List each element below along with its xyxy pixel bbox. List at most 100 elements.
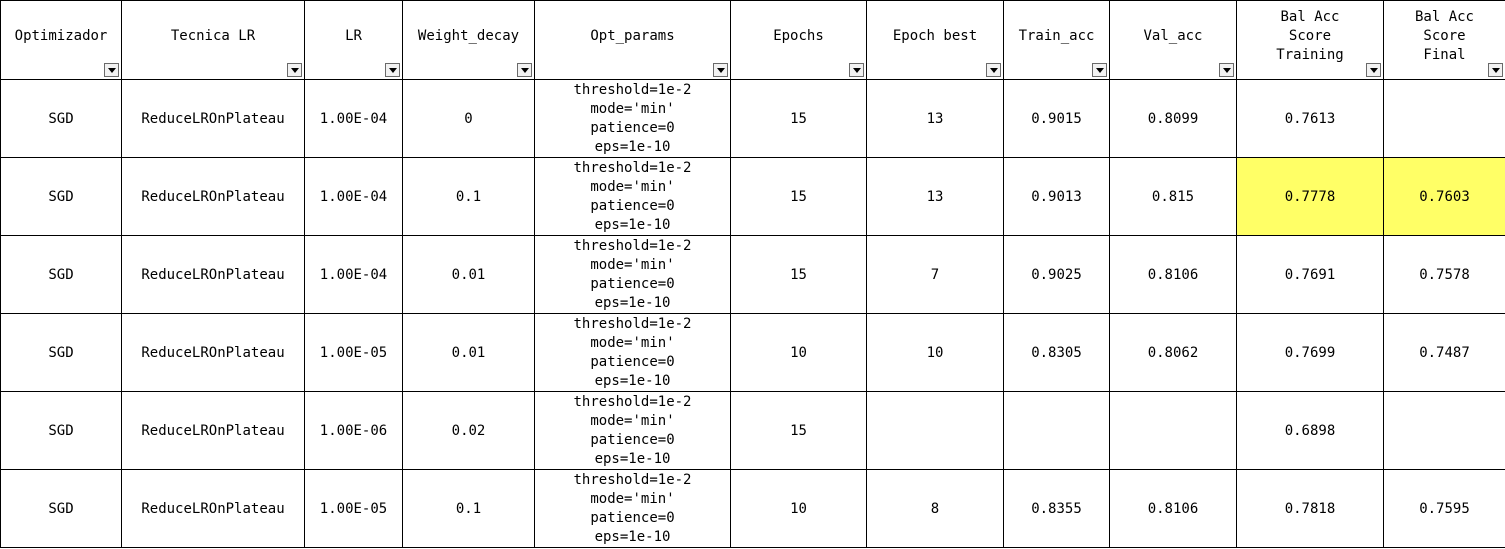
cell-val-acc[interactable]: 0.8106 [1109,235,1237,314]
col-header-val-acc: Val_acc [1109,0,1237,80]
cell-weight-decay[interactable]: 0.01 [402,235,535,314]
cell-epoch-best[interactable]: 7 [866,235,1004,314]
col-header-label: Bal Acc Score Training [1276,8,1344,63]
cell-bal-acc-final[interactable]: 0.7603 [1383,157,1505,236]
col-header-weight-decay: Weight_decay [402,0,535,80]
cell-bal-acc-training[interactable]: 0.6898 [1236,391,1384,470]
filter-dropdown-icon[interactable] [104,63,119,77]
cell-tecnica-lr[interactable]: ReduceLROnPlateau [121,391,305,470]
cell-bal-acc-training[interactable]: 0.7691 [1236,235,1384,314]
cell-tecnica-lr[interactable]: ReduceLROnPlateau [121,157,305,236]
table-row: SGD ReduceLROnPlateau 1.00E-05 0.01 threshol… [0,313,1505,392]
cell-train-acc[interactable]: 0.9013 [1003,157,1110,236]
col-header-label: Train_acc [1018,27,1095,44]
cell-opt-params[interactable]: threshold=1e-2 mode='min' patience=0 eps… [534,391,731,470]
cell-lr[interactable]: 1.00E-05 [304,313,403,392]
col-header-tecnica-lr: Tecnica LR [121,0,305,80]
col-header-label: Bal Acc Score Final [1414,8,1474,63]
cell-lr[interactable]: 1.00E-06 [304,391,403,470]
cell-epoch-best[interactable]: 8 [866,469,1004,548]
col-header-train-acc: Train_acc [1003,0,1110,80]
cell-val-acc[interactable]: 0.815 [1109,157,1237,236]
filter-dropdown-icon[interactable] [1488,63,1503,77]
cell-epochs[interactable]: 10 [730,469,867,548]
filter-dropdown-icon[interactable] [1366,63,1381,77]
cell-opt-params[interactable]: threshold=1e-2 mode='min' patience=0 eps… [534,469,731,548]
table-row: SGD ReduceLROnPlateau 1.00E-04 0.1 threshold… [0,157,1505,236]
col-header-label: Epoch best [892,27,978,44]
filter-dropdown-icon[interactable] [986,63,1001,77]
cell-bal-acc-training[interactable]: 0.7699 [1236,313,1384,392]
filter-dropdown-icon[interactable] [849,63,864,77]
cell-bal-acc-final[interactable] [1383,79,1505,158]
cell-weight-decay[interactable]: 0.01 [402,313,535,392]
cell-val-acc[interactable]: 0.8106 [1109,469,1237,548]
cell-opt-params[interactable]: threshold=1e-2 mode='min' patience=0 eps… [534,235,731,314]
cell-epochs[interactable]: 10 [730,313,867,392]
cell-optimizador[interactable]: SGD [0,391,122,470]
col-header-label: LR [345,27,362,44]
cell-train-acc[interactable] [1003,391,1110,470]
cell-bal-acc-final[interactable]: 0.7578 [1383,235,1505,314]
cell-tecnica-lr[interactable]: ReduceLROnPlateau [121,313,305,392]
col-header-bal-acc-final: Bal Acc Score Final [1383,0,1505,80]
table-row: SGD ReduceLROnPlateau 1.00E-04 0.01 threshol… [0,235,1505,314]
results-table: Optimizador Tecnica LR LR Weight_decay O… [0,0,1505,548]
cell-lr[interactable]: 1.00E-04 [304,79,403,158]
cell-optimizador[interactable]: SGD [0,79,122,158]
cell-optimizador[interactable]: SGD [0,469,122,548]
cell-optimizador[interactable]: SGD [0,157,122,236]
cell-epoch-best[interactable]: 13 [866,79,1004,158]
table-row: SGD ReduceLROnPlateau 1.00E-05 0.1 threshold… [0,469,1505,548]
cell-tecnica-lr[interactable]: ReduceLROnPlateau [121,79,305,158]
cell-lr[interactable]: 1.00E-04 [304,157,403,236]
col-header-bal-acc-training: Bal Acc Score Training [1236,0,1384,80]
filter-dropdown-icon[interactable] [1219,63,1234,77]
cell-epochs[interactable]: 15 [730,391,867,470]
cell-epochs[interactable]: 15 [730,157,867,236]
cell-weight-decay[interactable]: 0.1 [402,157,535,236]
cell-epoch-best[interactable] [866,391,1004,470]
cell-train-acc[interactable]: 0.8355 [1003,469,1110,548]
cell-opt-params[interactable]: threshold=1e-2 mode='min' patience=0 eps… [534,157,731,236]
cell-tecnica-lr[interactable]: ReduceLROnPlateau [121,469,305,548]
cell-epoch-best[interactable]: 10 [866,313,1004,392]
col-header-label: Val_acc [1143,27,1203,44]
cell-epochs[interactable]: 15 [730,79,867,158]
cell-opt-params[interactable]: threshold=1e-2 mode='min' patience=0 eps… [534,79,731,158]
header-row: Optimizador Tecnica LR LR Weight_decay O… [0,0,1505,80]
cell-weight-decay[interactable]: 0 [402,79,535,158]
cell-bal-acc-final[interactable]: 0.7487 [1383,313,1505,392]
cell-epochs[interactable]: 15 [730,235,867,314]
cell-optimizador[interactable]: SGD [0,235,122,314]
col-header-opt-params: Opt_params [534,0,731,80]
col-header-label: Tecnica LR [170,27,256,44]
cell-tecnica-lr[interactable]: ReduceLROnPlateau [121,235,305,314]
cell-epoch-best[interactable]: 13 [866,157,1004,236]
cell-weight-decay[interactable]: 0.02 [402,391,535,470]
cell-val-acc[interactable] [1109,391,1237,470]
col-header-optimizador: Optimizador [0,0,122,80]
cell-bal-acc-final[interactable]: 0.7595 [1383,469,1505,548]
cell-train-acc[interactable]: 0.9015 [1003,79,1110,158]
cell-lr[interactable]: 1.00E-04 [304,235,403,314]
cell-opt-params[interactable]: threshold=1e-2 mode='min' patience=0 eps… [534,313,731,392]
cell-bal-acc-training[interactable]: 0.7818 [1236,469,1384,548]
cell-train-acc[interactable]: 0.8305 [1003,313,1110,392]
filter-dropdown-icon[interactable] [287,63,302,77]
cell-val-acc[interactable]: 0.8099 [1109,79,1237,158]
cell-weight-decay[interactable]: 0.1 [402,469,535,548]
filter-dropdown-icon[interactable] [385,63,400,77]
table-row: SGD ReduceLROnPlateau 1.00E-06 0.02 threshol… [0,391,1505,470]
filter-dropdown-icon[interactable] [517,63,532,77]
cell-bal-acc-training[interactable]: 0.7613 [1236,79,1384,158]
cell-train-acc[interactable]: 0.9025 [1003,235,1110,314]
filter-dropdown-icon[interactable] [713,63,728,77]
cell-lr[interactable]: 1.00E-05 [304,469,403,548]
cell-val-acc[interactable]: 0.8062 [1109,313,1237,392]
col-header-epoch-best: Epoch best [866,0,1004,80]
cell-bal-acc-final[interactable] [1383,391,1505,470]
filter-dropdown-icon[interactable] [1092,63,1107,77]
cell-optimizador[interactable]: SGD [0,313,122,392]
cell-bal-acc-training[interactable]: 0.7778 [1236,157,1384,236]
